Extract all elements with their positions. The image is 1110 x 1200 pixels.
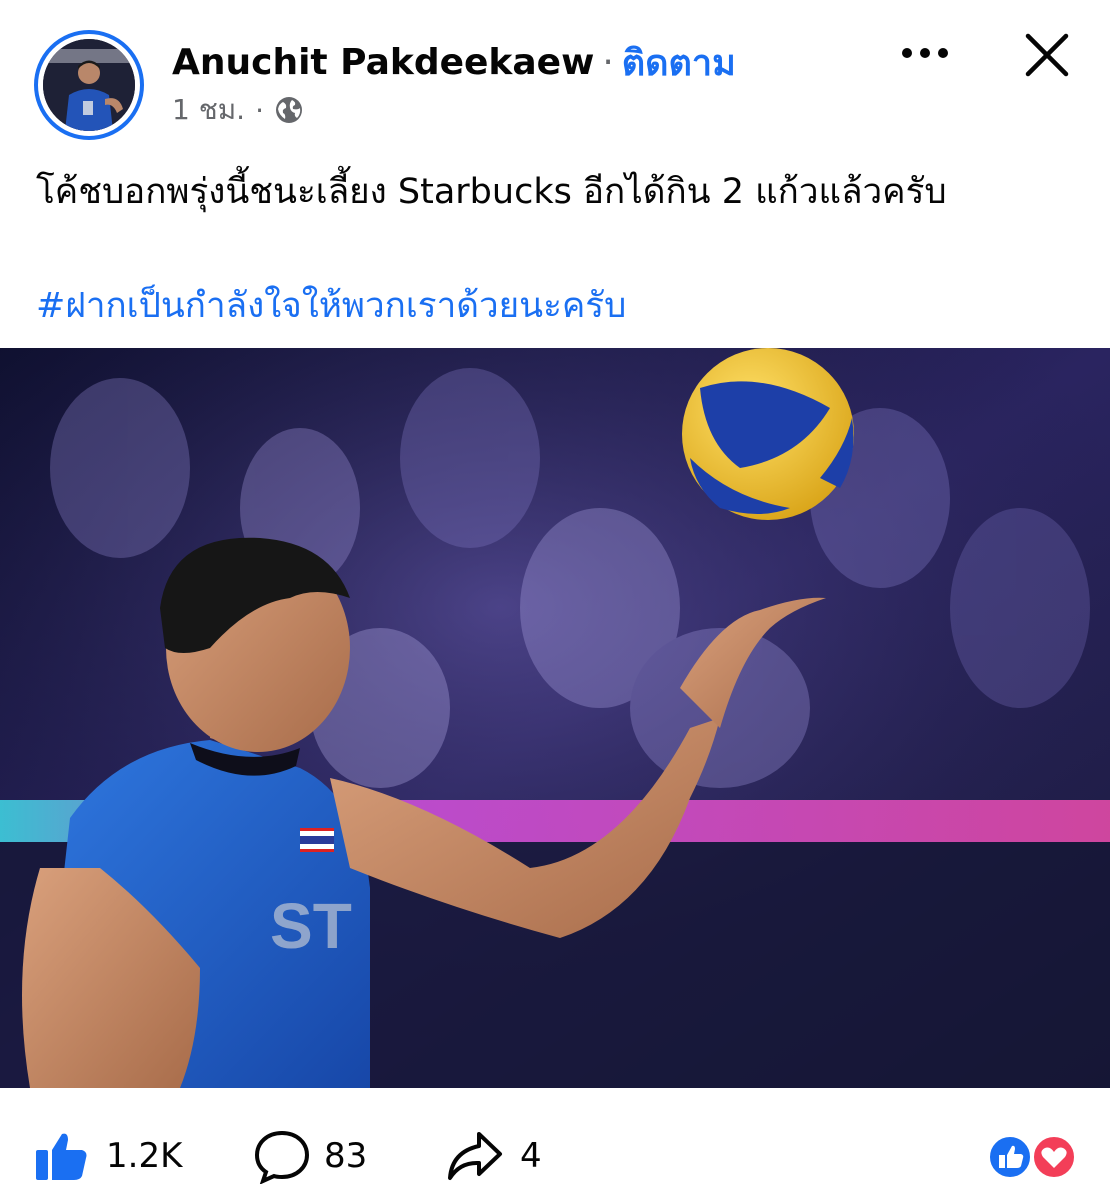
thumbs-up-icon — [36, 1133, 87, 1180]
post-footer: 1.2K 83 4 — [0, 1110, 1110, 1200]
post-photo[interactable]: ST — [0, 348, 1110, 1088]
volleyball — [682, 348, 854, 520]
hashtag-link[interactable]: #ฝากเป็นกำลังใจให้พวกเราด้วยนะครับ — [36, 278, 626, 333]
share-count: 4 — [520, 1136, 542, 1176]
author-name[interactable]: Anuchit Pakdeekaew — [172, 42, 594, 83]
like-count: 1.2K — [106, 1136, 183, 1176]
post-text: โค้ชบอกพรุ่งนี้ชนะเลี้ยง Starbucks อีกได… — [36, 172, 947, 212]
globe-icon — [274, 95, 304, 125]
follow-button[interactable]: ติดตาม — [622, 34, 736, 91]
svg-text:ST: ST — [270, 890, 352, 962]
close-icon — [1025, 33, 1069, 77]
header-separator: · — [602, 42, 614, 83]
love-reaction-icon — [1030, 1133, 1078, 1181]
more-horizontal-icon — [902, 48, 948, 58]
post-meta: 1 ชม. · — [172, 88, 304, 132]
reaction-summary[interactable] — [984, 1132, 1080, 1182]
like-button[interactable]: 1.2K — [34, 1128, 182, 1184]
like-reaction-icon — [986, 1133, 1034, 1181]
volleyball-player-image: ST — [0, 348, 1110, 1088]
more-options-button[interactable] — [898, 28, 952, 78]
facebook-post: Anuchit Pakdeekaew · ติดตาม 1 ชม. · โค้ช… — [0, 0, 1110, 1200]
share-button[interactable]: 4 — [446, 1128, 542, 1184]
avatar-photo — [43, 39, 135, 131]
share-arrow-icon — [448, 1132, 502, 1180]
meta-separator: · — [255, 93, 264, 127]
author-line: Anuchit Pakdeekaew · ติดตาม — [172, 34, 736, 91]
comment-count: 83 — [324, 1136, 368, 1176]
close-button[interactable] — [1022, 30, 1072, 80]
comment-bubble-icon — [254, 1130, 310, 1184]
post-time[interactable]: 1 ชม. — [172, 88, 245, 132]
comment-button[interactable]: 83 — [254, 1128, 367, 1184]
author-avatar[interactable] — [34, 30, 144, 140]
